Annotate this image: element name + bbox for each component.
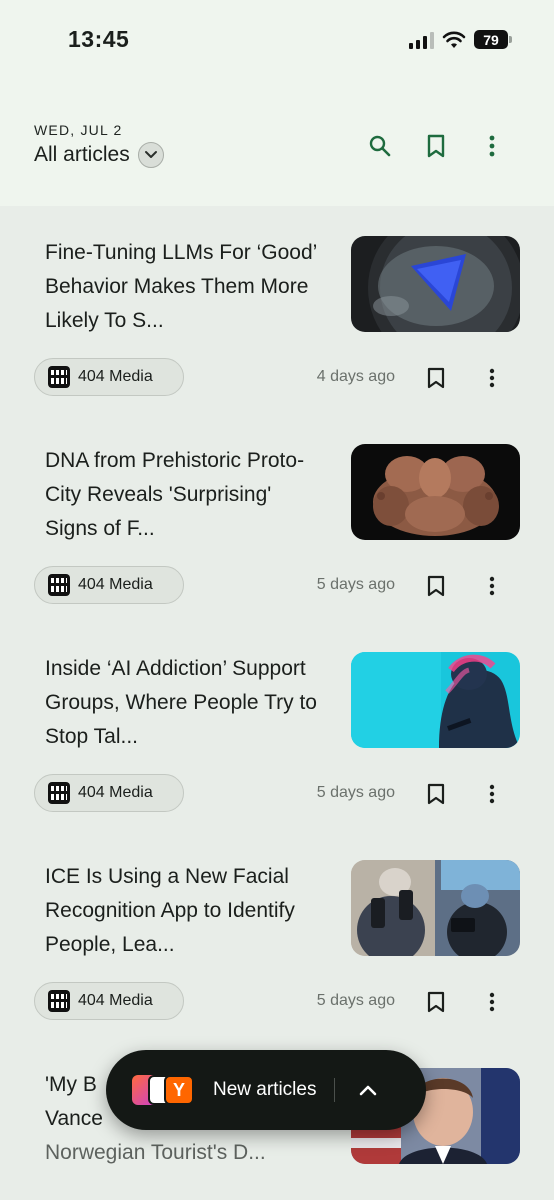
title-line: Norwegian Tourist's D... (45, 1141, 266, 1164)
article-card[interactable]: DNA from Prehistoric Proto-City Reveals … (0, 414, 554, 622)
bookmark-icon (427, 783, 445, 805)
bookmarks-button[interactable] (422, 132, 450, 160)
article-age: 5 days ago (316, 576, 395, 593)
more-options-button[interactable] (478, 132, 506, 160)
status-icons: 79 (409, 30, 512, 49)
article-card[interactable]: ICE Is Using a New Facial Recognition Ap… (0, 830, 554, 1038)
article-thumbnail[interactable] (351, 236, 520, 332)
search-icon (369, 135, 391, 157)
article-more-button[interactable] (480, 364, 504, 392)
article-more-button[interactable] (480, 988, 504, 1016)
source-name: 404 Media (78, 576, 153, 593)
article-thumbnail[interactable] (351, 652, 520, 748)
more-vert-icon (489, 135, 495, 157)
more-vert-icon (489, 368, 495, 388)
new-articles-toast[interactable]: Y New articles (106, 1050, 426, 1130)
article-title[interactable]: Inside ‘AI Addiction’ Support Groups, Wh… (45, 652, 327, 754)
source-chip[interactable]: 404 Media (34, 982, 184, 1020)
article-title[interactable]: Fine-Tuning LLMs For ‘Good’ Behavior Mak… (45, 236, 327, 338)
bookmark-icon (427, 991, 445, 1013)
more-vert-icon (489, 784, 495, 804)
source-logo-icon (48, 990, 70, 1012)
article-card[interactable]: Inside ‘AI Addiction’ Support Groups, Wh… (0, 622, 554, 830)
source-chip[interactable]: 404 Media (34, 358, 184, 396)
source-name: 404 Media (78, 368, 153, 385)
bookmark-icon (427, 367, 445, 389)
article-more-button[interactable] (480, 780, 504, 808)
toast-divider (334, 1078, 336, 1102)
date-label: WED, JUL 2 (34, 122, 123, 138)
source-chip[interactable]: 404 Media (34, 566, 184, 604)
bookmark-icon (427, 134, 445, 158)
filter-label: All articles (34, 143, 130, 166)
bookmark-article-button[interactable] (423, 780, 449, 808)
article-more-button[interactable] (480, 572, 504, 600)
chevron-down-icon (137, 142, 164, 168)
article-thumbnail[interactable] (351, 860, 520, 956)
source-name: 404 Media (78, 992, 153, 1009)
article-title[interactable]: DNA from Prehistoric Proto-City Reveals … (45, 444, 327, 546)
source-icon-stack: Y (132, 1075, 198, 1105)
bookmark-article-button[interactable] (423, 572, 449, 600)
wifi-icon (442, 31, 466, 48)
article-age: 5 days ago (316, 992, 395, 1009)
status-time: 13:45 (68, 26, 130, 52)
article-thumbnail[interactable] (351, 444, 520, 540)
article-age: 5 days ago (316, 784, 395, 801)
source-logo-icon (48, 782, 70, 804)
source-logo-icon: Y (164, 1075, 194, 1105)
article-card[interactable]: Fine-Tuning LLMs For ‘Good’ Behavior Mak… (0, 206, 554, 414)
status-bar: 13:45 79 (0, 0, 554, 80)
more-vert-icon (489, 992, 495, 1012)
bookmark-article-button[interactable] (423, 988, 449, 1016)
top-app-bar: WED, JUL 2 All articles (0, 80, 554, 206)
article-title[interactable]: ICE Is Using a New Facial Recognition Ap… (45, 860, 327, 962)
more-vert-icon (489, 576, 495, 596)
search-button[interactable] (366, 132, 394, 160)
bookmark-icon (427, 575, 445, 597)
chevron-up-icon[interactable] (355, 1077, 381, 1103)
battery-indicator: 79 (474, 30, 512, 49)
source-chip[interactable]: 404 Media (34, 774, 184, 812)
article-filter-dropdown[interactable]: All articles (34, 142, 164, 168)
source-name: 404 Media (78, 784, 153, 801)
bookmark-article-button[interactable] (423, 364, 449, 392)
source-logo-icon (48, 366, 70, 388)
source-logo-icon (48, 574, 70, 596)
article-age: 4 days ago (316, 368, 395, 385)
new-articles-label: New articles (213, 1079, 317, 1100)
cellular-signal-icon (409, 31, 434, 49)
